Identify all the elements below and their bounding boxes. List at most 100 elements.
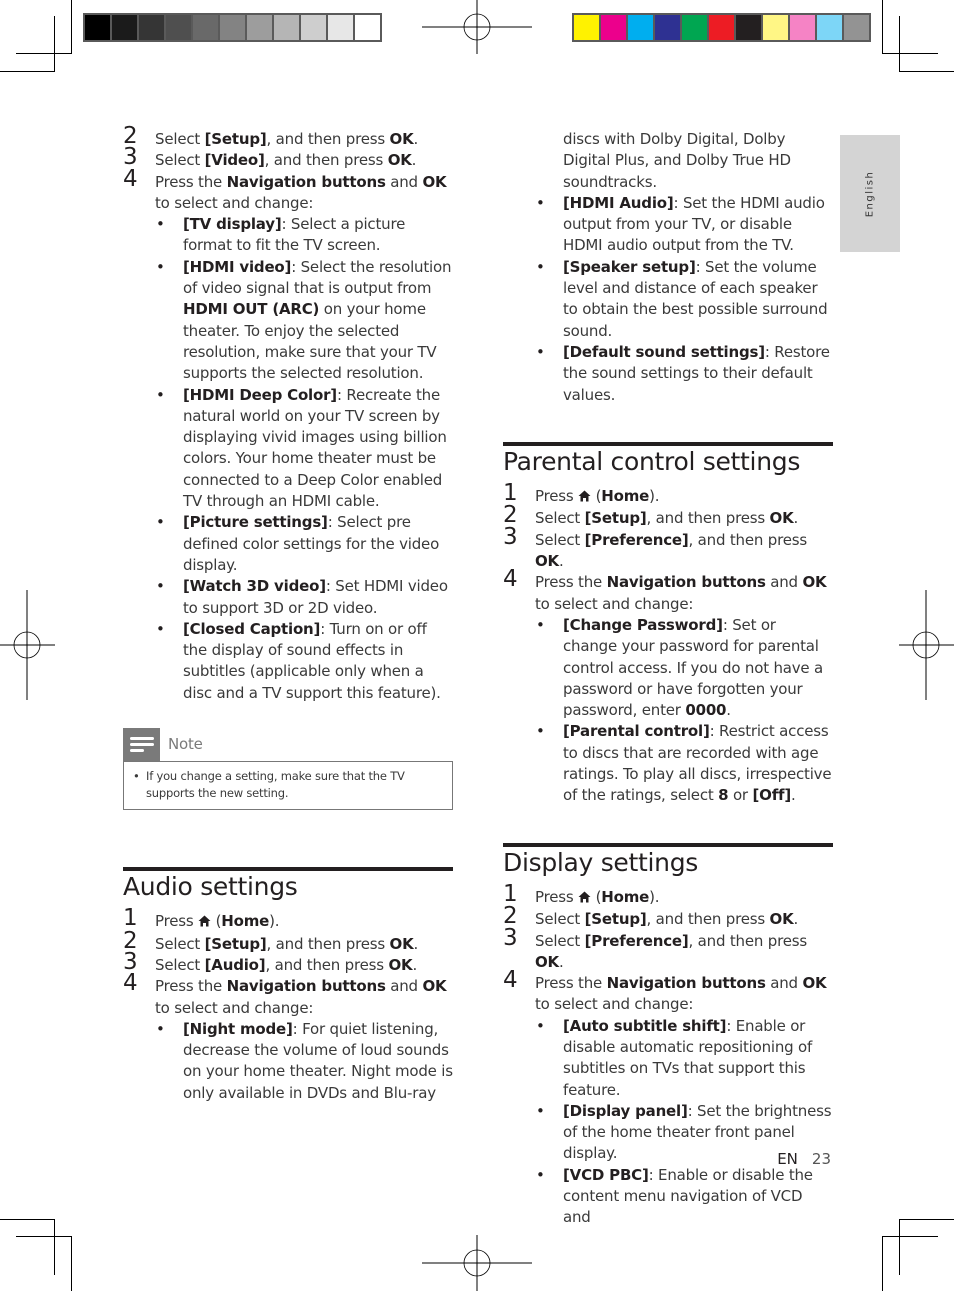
- page-footer: EN 23: [760, 1150, 831, 1168]
- section-divider: [503, 842, 833, 847]
- option-item: [HDMI video]: Select the resolution of v…: [156, 257, 453, 385]
- gray-swatch: [166, 15, 191, 40]
- option-item: [Default sound settings]: Restore the so…: [536, 342, 833, 406]
- display-options-list: [Auto subtitle shift]: Enable or disable…: [503, 1016, 833, 1229]
- step-number: 4: [503, 967, 518, 994]
- step-item: 1 Press (Home).: [503, 880, 833, 909]
- parental-options-list: [Change Password]: Set or change your pa…: [503, 615, 833, 807]
- note-label: Note: [168, 734, 203, 753]
- step-number: 4: [123, 970, 138, 997]
- option-item: [Night mode]: For quiet listening, decre…: [156, 1019, 453, 1104]
- option-item: [HDMI Audio]: Set the HDMI audio output …: [536, 193, 833, 257]
- step-text: Press (Home).: [535, 888, 660, 909]
- option-item: [Change Password]: Set or change your pa…: [536, 615, 833, 721]
- color-swatch: [682, 15, 707, 40]
- gray-swatch: [247, 15, 272, 40]
- color-swatch: [655, 15, 680, 40]
- registration-mark-top: [422, 0, 532, 54]
- step-item: 4 Press the Navigation buttons and OK to …: [123, 970, 453, 1019]
- step-text: Select [Setup], and then press OK.: [155, 934, 419, 953]
- parental-settings-steps: 1 Press (Home). 2 Select [Setup], and then …: [503, 480, 833, 615]
- step-text: Select [Setup], and then press OK.: [155, 130, 419, 148]
- audio-settings-steps: 1 Press (Home). 2 Select [Setup], and then …: [123, 905, 453, 1019]
- color-swatch: [628, 15, 653, 40]
- video-options-list: [TV display]: Select a picture format to…: [123, 214, 453, 704]
- step-text: Press the Navigation buttons and OK to s…: [535, 974, 827, 1014]
- option-item: [Closed Caption]: Turn on or off the dis…: [156, 619, 453, 704]
- note-header: Note: [123, 728, 453, 762]
- option-item: [TV display]: Select a picture format to…: [156, 214, 453, 257]
- parental-control-section: Parental control settings 1 Press (Home).…: [503, 441, 833, 807]
- color-swatch: [817, 15, 842, 40]
- step-item: 4 Press the Navigation buttons and OK to …: [123, 165, 453, 215]
- gray-swatch: [193, 15, 218, 40]
- gray-swatch: [328, 15, 353, 40]
- step-text: Press (Home).: [155, 912, 280, 933]
- section-title-display: Display settings: [503, 847, 698, 877]
- color-swatch: [763, 15, 788, 40]
- step-item: 4 Press the Navigation buttons and OK to …: [503, 566, 833, 615]
- option-item: [Parental control]: Restrict access to d…: [536, 721, 833, 806]
- step-item: 4 Press the Navigation buttons and OK to …: [503, 967, 833, 1016]
- page-number: 23: [811, 1150, 831, 1168]
- display-settings-steps: 1 Press (Home). 2 Select [Setup], and then …: [503, 880, 833, 1016]
- audio-options-continued-list: [HDMI Audio]: Set the HDMI audio output …: [503, 193, 833, 406]
- option-item: [HDMI Deep Color]: Recreate the natural …: [156, 385, 453, 513]
- step-number: 1: [503, 480, 518, 507]
- step-number: 4: [123, 165, 138, 192]
- gray-swatch: [355, 15, 380, 40]
- step-item: 2 Select [Setup], and then press OK.: [503, 905, 833, 930]
- section-divider: [123, 867, 453, 872]
- step-number: 4: [503, 566, 518, 593]
- color-swatch: [844, 15, 869, 40]
- step-number: 1: [123, 905, 138, 932]
- step-text: Select [Preference], and then press OK.: [535, 530, 807, 571]
- note-text: If you change a setting, make sure that …: [123, 761, 453, 811]
- step-item: 2 Select [Setup], and then press OK.: [123, 929, 453, 955]
- step-text: Select [Video], and then press OK.: [155, 151, 417, 170]
- option-item: [Picture settings]: Select pre defined c…: [156, 512, 453, 576]
- right-column: discs with Dolby Digital, Dolby Digital …: [503, 129, 833, 1229]
- step-item: 2 Select [Setup], and then press OK.: [123, 124, 453, 150]
- option-item: [Watch 3D video]: Set HDMI video to supp…: [156, 576, 453, 619]
- step-item: 3 Select [Preference], and then press OK.: [503, 924, 833, 974]
- gray-swatch: [112, 15, 137, 40]
- registration-mark-left: [0, 590, 55, 700]
- audio-settings-section: Audio settings 1 Press (Home). 2 Select [Se…: [123, 867, 453, 1104]
- step-text: Press the Navigation buttons and OK to s…: [535, 573, 827, 613]
- color-swatch: [601, 15, 626, 40]
- step-item: 1 Press (Home).: [503, 480, 833, 508]
- note-icon: [123, 728, 160, 762]
- option-item: [VCD PBC]: Enable or disable the content…: [536, 1165, 833, 1229]
- home-icon: [198, 912, 211, 933]
- step-text: Press (Home).: [535, 487, 660, 508]
- registration-mark-bottom: [422, 1235, 532, 1291]
- option-item: [Auto subtitle shift]: Enable or disable…: [536, 1016, 833, 1101]
- gray-swatch: [220, 15, 245, 40]
- step-number: 3: [503, 924, 518, 951]
- gray-swatch: [85, 15, 110, 40]
- step-number: 1: [503, 880, 518, 907]
- step-item: 3 Select [Video], and then press OK.: [123, 146, 453, 171]
- step-text: Press the Navigation buttons and OK to s…: [155, 172, 447, 212]
- color-swatch: [709, 15, 734, 40]
- note-block: Note If you change a setting, make sure …: [123, 728, 453, 811]
- section-divider: [503, 441, 833, 446]
- audio-options-list: [Night mode]: For quiet listening, decre…: [123, 1019, 453, 1104]
- section-title-parental: Parental control settings: [503, 446, 801, 476]
- footer-language: EN: [777, 1150, 798, 1168]
- color-swatch: [736, 15, 761, 40]
- step-item: 1 Press (Home).: [123, 905, 453, 933]
- step-item: 3 Select [Preference], and then press OK.: [503, 523, 833, 573]
- home-icon: [578, 487, 591, 508]
- step-text: Select [Audio], and then press OK.: [155, 955, 418, 974]
- step-item: 3 Select [Audio], and then press OK.: [123, 950, 453, 976]
- step-text: Select [Setup], and then press OK.: [535, 910, 799, 929]
- color-swatch: [574, 15, 599, 40]
- registration-mark-right: [899, 590, 954, 700]
- left-column: 2 Select [Setup], and then press OK. 3 Sele…: [123, 124, 453, 1104]
- home-icon: [578, 888, 591, 909]
- option-item: [Speaker setup]: Set the volume level an…: [536, 257, 833, 342]
- section-title-audio: Audio settings: [123, 872, 298, 902]
- step-number: 3: [503, 523, 518, 550]
